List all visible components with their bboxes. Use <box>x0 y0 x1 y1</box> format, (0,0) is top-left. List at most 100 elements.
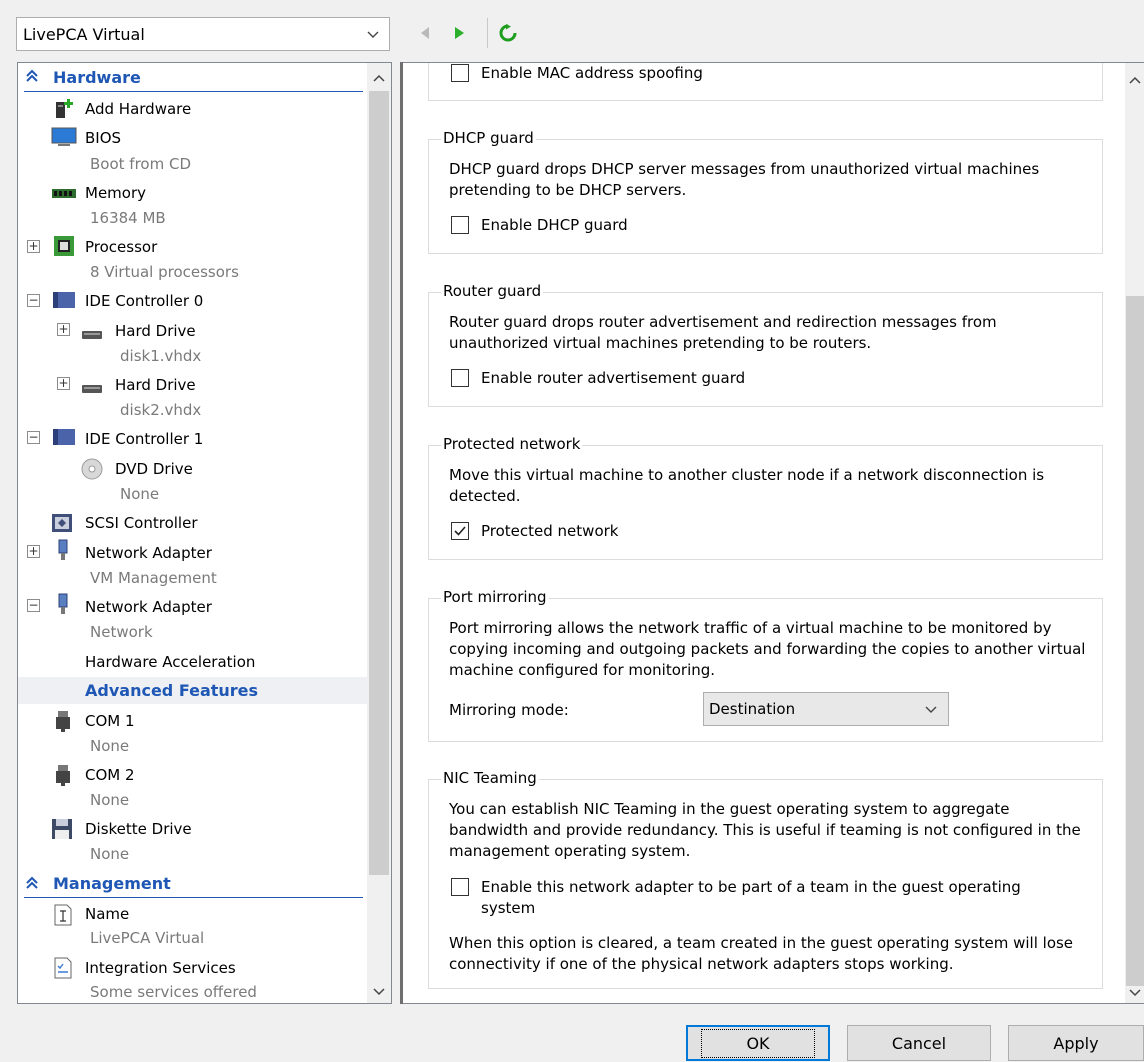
refresh-icon <box>499 24 517 42</box>
protected-network-group: Protected network Move this virtual mach… <box>428 435 1103 560</box>
tree-item-detail: Network <box>90 623 153 641</box>
management-section-title[interactable]: Management <box>53 874 171 893</box>
scroll-down-icon[interactable] <box>371 983 387 999</box>
protected-network-checkbox-row[interactable]: Protected network <box>451 521 618 542</box>
vm-selector[interactable]: LivePCA Virtual <box>16 17 390 51</box>
hard-drive-icon <box>82 385 102 393</box>
tree-item-label: DVD Drive <box>115 460 193 478</box>
play-icon <box>455 27 464 39</box>
controller-icon <box>53 429 75 445</box>
tree-item-detail: None <box>90 791 130 809</box>
expand-plus-icon[interactable]: + <box>27 240 40 253</box>
network-adapter-icon <box>58 593 68 614</box>
tree-item-detail: None <box>90 845 130 863</box>
dhcp-guard-title: DHCP guard <box>441 129 536 147</box>
tree-item-detail: Boot from CD <box>90 155 191 173</box>
mirroring-mode-label: Mirroring mode: <box>449 701 569 719</box>
port-mirroring-title: Port mirroring <box>441 588 549 606</box>
details-scrollbar-thumb[interactable] <box>1126 296 1144 986</box>
settings-details-panel: Enable MAC address spoofing DHCP guard D… <box>403 62 1144 1004</box>
scroll-up-icon[interactable] <box>1127 73 1143 89</box>
nic-teaming-label: Enable this network adapter to be part o… <box>481 878 1021 917</box>
back-button[interactable] <box>414 22 436 44</box>
nic-teaming-checkbox-row[interactable]: Enable this network adapter to be part o… <box>451 877 1061 919</box>
network-adapter-icon <box>58 539 68 560</box>
dvd-icon <box>81 458 103 480</box>
name-icon <box>54 904 72 926</box>
diskette-icon <box>52 819 72 839</box>
hardware-section-title[interactable]: Hardware <box>53 68 141 87</box>
tree-item-label: COM 1 <box>85 712 135 730</box>
tree-item-label: COM 2 <box>85 766 135 784</box>
router-guard-checkbox-row[interactable]: Enable router advertisement guard <box>451 368 745 389</box>
protected-network-description: Move this virtual machine to another clu… <box>449 466 1045 505</box>
tree-item-label: Processor <box>85 238 158 256</box>
scroll-down-icon[interactable] <box>1127 984 1143 1000</box>
add-hardware-icon <box>56 99 73 118</box>
mac-spoofing-checkbox[interactable] <box>451 64 469 82</box>
mac-spoofing-label: Enable MAC address spoofing <box>481 64 703 82</box>
nic-teaming-checkbox[interactable] <box>451 878 469 896</box>
expand-plus-icon[interactable]: + <box>57 377 70 390</box>
tree-item-label: Memory <box>85 184 147 202</box>
tree-item-label: IDE Controller 1 <box>85 430 204 448</box>
apply-button[interactable]: Apply <box>1008 1025 1144 1061</box>
refresh-button[interactable] <box>497 22 519 44</box>
cancel-button-label: Cancel <box>891 1033 947 1053</box>
nic-teaming-group: NIC Teaming You can establish NIC Teamin… <box>428 769 1103 989</box>
collapse-minus-icon[interactable]: − <box>27 294 40 307</box>
collapse-section-icon[interactable] <box>24 875 40 891</box>
section-divider <box>24 897 363 898</box>
tree-item-detail: None <box>90 737 130 755</box>
collapse-section-icon[interactable] <box>24 68 40 84</box>
port-mirroring-description: Port mirroring allows the network traffi… <box>449 619 1086 679</box>
tree-item-label: IDE Controller 0 <box>85 292 204 310</box>
router-guard-checkbox[interactable] <box>451 369 469 387</box>
hard-drive-icon <box>82 331 102 339</box>
dhcp-guard-checkbox[interactable] <box>451 216 469 234</box>
protected-network-title: Protected network <box>441 435 583 453</box>
cancel-button[interactable]: Cancel <box>847 1025 991 1061</box>
tree-item-label: Diskette Drive <box>85 820 192 838</box>
mac-spoofing-checkbox-row[interactable]: Enable MAC address spoofing <box>451 63 703 84</box>
mirroring-mode-value: Destination <box>709 700 796 718</box>
scroll-up-icon[interactable] <box>371 71 387 87</box>
dhcp-guard-description: DHCP guard drops DHCP server messages fr… <box>449 160 1040 199</box>
expand-plus-icon[interactable]: + <box>27 545 40 558</box>
dhcp-guard-checkbox-row[interactable]: Enable DHCP guard <box>451 215 628 236</box>
start-button[interactable] <box>448 22 470 44</box>
tree-item-detail: disk2.vhdx <box>120 401 202 419</box>
tree-item-label: Hard Drive <box>115 322 196 340</box>
tree-item-label: Integration Services <box>85 959 236 977</box>
tree-item-detail: disk1.vhdx <box>120 347 202 365</box>
mirroring-mode-dropdown[interactable]: Destination <box>703 692 949 726</box>
apply-button-label: Apply <box>1053 1033 1099 1053</box>
vm-selector-value: LivePCA Virtual <box>23 24 145 44</box>
ok-button[interactable]: OK <box>686 1025 830 1061</box>
tree-item-detail: VM Management <box>90 569 217 587</box>
chevron-down-icon <box>367 31 379 38</box>
memory-icon <box>52 189 76 198</box>
protected-network-checkbox[interactable] <box>451 522 469 540</box>
back-arrow-icon <box>421 27 429 39</box>
details-scrollbar[interactable] <box>1125 63 1144 1003</box>
tree-item-label: Network Adapter <box>85 544 212 562</box>
tree-item-label: Add Hardware <box>85 100 192 118</box>
dhcp-guard-label: Enable DHCP guard <box>481 216 628 234</box>
tree-item-detail: 8 Virtual processors <box>90 263 239 281</box>
settings-tree: Hardware Add Hardware BIOS Boot from CD … <box>17 62 392 1004</box>
mac-spoofing-group: Enable MAC address spoofing <box>428 63 1103 101</box>
tree-item-label: SCSI Controller <box>85 514 198 532</box>
tree-item-detail: Some services offered <box>90 983 257 1001</box>
tree-scrollbar[interactable] <box>367 63 391 1003</box>
protected-network-label: Protected network <box>481 522 619 540</box>
collapse-minus-icon[interactable]: − <box>27 431 40 444</box>
collapse-minus-icon[interactable]: − <box>27 599 40 612</box>
tree-scrollbar-thumb[interactable] <box>369 91 389 875</box>
toolbar-separator <box>487 18 488 48</box>
expand-plus-icon[interactable]: + <box>57 323 70 336</box>
controller-icon <box>53 292 75 308</box>
checkmark-icon <box>454 526 466 536</box>
nic-teaming-description: You can establish NIC Teaming in the gue… <box>449 800 1081 860</box>
tree-item-detail: 16384 MB <box>90 209 166 227</box>
